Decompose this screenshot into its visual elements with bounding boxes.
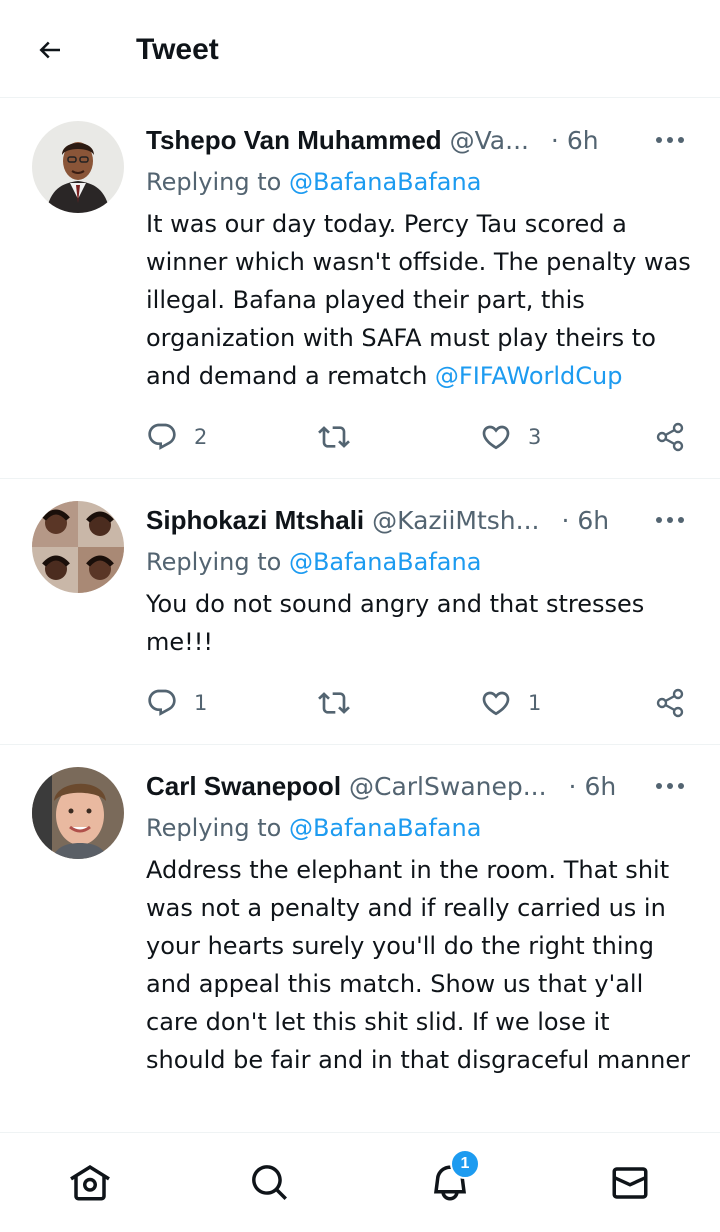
avatar[interactable] xyxy=(32,501,124,593)
more-horizontal-icon xyxy=(656,783,684,789)
reply-tweet[interactable]: Tshepo Van Muhammed @Va... · 6h Replying… xyxy=(0,99,720,479)
page-title: Tweet xyxy=(136,33,219,66)
separator: · xyxy=(568,772,577,801)
author-name[interactable]: Carl Swanepool xyxy=(146,771,341,801)
top-bar: Tweet xyxy=(0,0,720,98)
home-icon xyxy=(70,1164,110,1201)
reply-tweet[interactable]: Carl Swanepool @CarlSwanep... · 6h Reply… xyxy=(0,745,720,1132)
notification-badge: 1 xyxy=(450,1149,480,1179)
action-bar: 2 3 xyxy=(146,417,691,457)
tweet-text-body: You do not sound angry and that stresses… xyxy=(146,590,645,656)
tweet-text: Address the elephant in the room. That s… xyxy=(146,851,696,1079)
heart-icon xyxy=(482,425,510,450)
avatar[interactable] xyxy=(32,121,124,213)
separator: · xyxy=(550,126,559,155)
avatar[interactable] xyxy=(32,767,124,859)
reply-count: 2 xyxy=(194,425,208,449)
replying-to: Replying to @BafanaBafana xyxy=(146,544,481,580)
arrow-left-icon xyxy=(39,41,60,59)
author-name[interactable]: Siphokazi Mtshali xyxy=(146,505,364,535)
tweet-header: Carl Swanepool @CarlSwanep... · 6h xyxy=(146,768,690,804)
nav-search[interactable] xyxy=(248,1161,292,1205)
share-icon xyxy=(656,688,684,718)
reply-button[interactable]: 2 xyxy=(146,417,207,457)
retweet-icon xyxy=(318,426,350,448)
author-name[interactable]: Tshepo Van Muhammed xyxy=(146,125,442,155)
more-button[interactable] xyxy=(650,122,690,158)
replying-to-label: Replying to xyxy=(146,548,289,576)
more-button[interactable] xyxy=(650,768,690,804)
back-button[interactable] xyxy=(30,30,70,70)
tweet-header: Tshepo Van Muhammed @Va... · 6h xyxy=(146,122,690,158)
heart-icon xyxy=(482,691,510,716)
like-button[interactable]: 1 xyxy=(480,683,541,723)
messages-icon xyxy=(612,1167,648,1199)
replying-to-mention[interactable]: @BafanaBafana xyxy=(289,814,482,842)
like-count: 3 xyxy=(528,425,542,449)
replying-to: Replying to @BafanaBafana xyxy=(146,810,481,846)
retweet-icon xyxy=(318,692,350,714)
avatar-image xyxy=(32,501,124,593)
replying-to-label: Replying to xyxy=(146,168,289,196)
retweet-button[interactable] xyxy=(316,683,352,723)
more-horizontal-icon xyxy=(656,517,684,523)
avatar-image xyxy=(32,121,124,213)
reply-button[interactable]: 1 xyxy=(146,683,207,723)
tweet-text: It was our day today. Percy Tau scored a… xyxy=(146,205,696,395)
more-horizontal-icon xyxy=(656,137,684,143)
author-handle[interactable]: @Va... xyxy=(450,126,529,155)
avatar-image xyxy=(32,767,124,859)
reply-tweet[interactable]: Siphokazi Mtshali @KaziiMtsh... · 6h Rep… xyxy=(0,479,720,745)
share-button[interactable] xyxy=(654,417,686,457)
share-button[interactable] xyxy=(654,683,686,723)
timestamp[interactable]: 6h xyxy=(567,126,599,155)
replying-to-mention[interactable]: @BafanaBafana xyxy=(289,168,482,196)
tweet-header: Siphokazi Mtshali @KaziiMtsh... · 6h xyxy=(146,502,690,538)
like-count: 1 xyxy=(528,691,542,715)
author-handle[interactable]: @KaziiMtsh... xyxy=(372,506,539,535)
search-icon xyxy=(252,1165,287,1200)
retweet-button[interactable] xyxy=(316,417,352,457)
nav-home[interactable] xyxy=(68,1161,112,1205)
timestamp[interactable]: 6h xyxy=(577,506,609,535)
nav-messages[interactable] xyxy=(608,1161,652,1205)
text-mention[interactable]: @FIFAWorldCup xyxy=(435,362,623,390)
replying-to-label: Replying to xyxy=(146,814,289,842)
more-button[interactable] xyxy=(650,502,690,538)
author-handle[interactable]: @CarlSwanep... xyxy=(349,772,547,801)
tweet-text: You do not sound angry and that stresses… xyxy=(146,585,696,661)
bottom-navigation: 1 xyxy=(0,1132,720,1232)
action-bar: 1 1 xyxy=(146,683,691,723)
share-icon xyxy=(656,422,684,452)
reply-icon xyxy=(148,423,176,450)
like-button[interactable]: 3 xyxy=(480,417,541,457)
timestamp[interactable]: 6h xyxy=(584,772,616,801)
reply-count: 1 xyxy=(194,691,208,715)
replying-to-mention[interactable]: @BafanaBafana xyxy=(289,548,482,576)
separator: · xyxy=(561,506,570,535)
reply-icon xyxy=(148,689,176,716)
tweet-text-body: Address the elephant in the room. That s… xyxy=(146,856,691,1074)
replying-to: Replying to @BafanaBafana xyxy=(146,164,481,200)
